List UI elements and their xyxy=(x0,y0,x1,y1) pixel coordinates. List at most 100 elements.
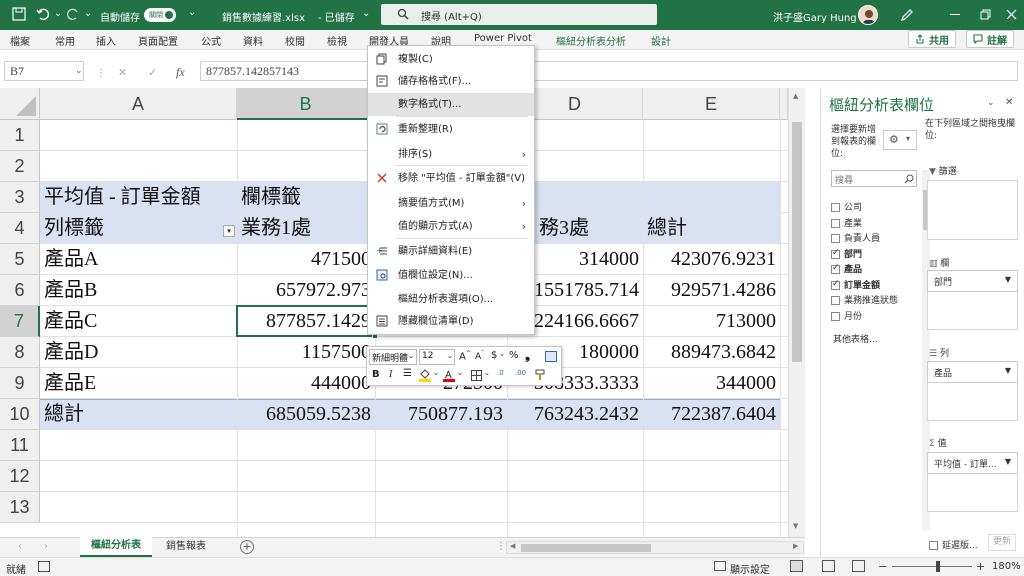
cell-a8[interactable]: 產品D xyxy=(40,337,237,368)
columns-area[interactable]: 部門 ▼ xyxy=(927,270,1018,330)
cell-a1[interactable] xyxy=(40,120,237,151)
zoom-slider-thumb[interactable] xyxy=(936,561,940,572)
minimize-icon[interactable] xyxy=(950,14,960,15)
cell-e11[interactable] xyxy=(643,430,780,461)
share-button[interactable]: 共用 xyxy=(908,30,956,48)
field-item[interactable]: 產品 xyxy=(831,262,862,275)
page-layout-view-icon[interactable] xyxy=(822,560,835,572)
context-menu-item[interactable]: 隱藏欄位清單(D) xyxy=(368,310,534,333)
cell-d12[interactable] xyxy=(507,461,643,492)
cell-a11[interactable] xyxy=(40,430,237,461)
values-field-pill[interactable]: 平均值 - 訂單... ▼ xyxy=(927,452,1018,474)
field-item[interactable]: 業務推進狀態 xyxy=(831,293,898,306)
user-name[interactable]: 洪子盛Gary Hung xyxy=(773,9,857,24)
update-button[interactable]: 更新 xyxy=(988,534,1016,551)
cell-b4[interactable]: 業務1處 xyxy=(237,213,375,244)
tab-insert[interactable]: 插入 xyxy=(96,33,116,48)
row-header-2[interactable]: 2 xyxy=(0,151,40,182)
context-menu-item[interactable]: 值的顯示方式(A) › xyxy=(368,215,534,238)
field-checkbox[interactable] xyxy=(831,311,840,321)
currency-dropdown-icon[interactable]: ⌄ xyxy=(499,350,505,358)
row-header-8[interactable]: 8 xyxy=(0,337,40,368)
tab-home[interactable]: 常用 xyxy=(55,33,75,48)
tab-page-layout[interactable]: 頁面配置 xyxy=(138,33,178,48)
cell-c10[interactable]: 750877.193 xyxy=(375,399,507,430)
field-item[interactable]: 月份 xyxy=(831,309,862,322)
cell-b2[interactable] xyxy=(237,151,375,182)
undo-dropdown-icon[interactable]: ⌄ xyxy=(54,8,62,19)
horizontal-scrollbar[interactable]: ◀ ▶ xyxy=(506,541,804,554)
zoom-in-icon[interactable]: + xyxy=(976,560,985,573)
tab-view[interactable]: 檢視 xyxy=(327,33,347,48)
more-commands-icon[interactable]: ⌄ xyxy=(188,7,196,18)
zoom-level[interactable]: 180% xyxy=(992,561,1021,572)
row-header-9[interactable]: 9 xyxy=(0,368,40,399)
cell-a3[interactable]: 平均值 - 訂單金額 xyxy=(40,182,237,213)
rows-field-pill[interactable]: 產品 ▼ xyxy=(927,361,1018,383)
tab-formulas[interactable]: 公式 xyxy=(201,33,221,48)
cell-b3[interactable]: 欄標籤 xyxy=(237,182,375,213)
field-checkbox[interactable] xyxy=(831,296,840,305)
cell-a2[interactable] xyxy=(40,151,237,182)
tab-pivot-analyze[interactable]: 樞紐分析表分析 xyxy=(556,33,626,48)
vertical-scrollbar[interactable]: ▲ ▼ xyxy=(788,88,805,537)
display-settings-icon[interactable] xyxy=(714,561,726,571)
pane-close-icon[interactable]: ✕ xyxy=(1005,97,1013,108)
decrease-decimal-icon[interactable]: .00 xyxy=(515,369,526,377)
cell-d11[interactable] xyxy=(507,430,643,461)
field-item[interactable]: 訂單金額 xyxy=(831,278,880,291)
column-header-a[interactable]: A xyxy=(40,88,237,120)
save-status-dropdown-icon[interactable]: ⌄ xyxy=(362,8,370,19)
tab-split-handle-icon[interactable]: ⋮ xyxy=(496,541,506,552)
row-header-5[interactable]: 5 xyxy=(0,244,40,275)
cell-e12[interactable] xyxy=(643,461,780,492)
row-labels-filter-dropdown-icon[interactable]: ▾ xyxy=(223,225,235,237)
cell-d13[interactable] xyxy=(507,492,643,523)
display-settings-label[interactable]: 顯示設定 xyxy=(730,561,770,576)
field-checkbox[interactable] xyxy=(831,279,840,290)
sheet-next-icon[interactable]: › xyxy=(44,541,48,552)
normal-view-icon[interactable] xyxy=(790,560,803,572)
column-header-e[interactable]: E xyxy=(643,88,780,120)
fill-color-dropdown-icon[interactable]: ⌄ xyxy=(433,369,439,377)
cell-a5[interactable]: 產品A xyxy=(40,244,237,275)
align-icon[interactable]: ☰ xyxy=(403,368,412,379)
cell-b5[interactable]: 471500 xyxy=(237,244,375,275)
row-header-7[interactable]: 7 xyxy=(0,306,40,337)
defer-update-checkbox[interactable]: 延遲版... xyxy=(929,538,978,551)
cell-a12[interactable] xyxy=(40,461,237,492)
cell-e8[interactable]: 889473.6842 xyxy=(643,337,780,368)
context-menu-item[interactable]: 數字格式(T)... xyxy=(368,93,534,116)
context-menu-item[interactable]: + 顯示詳細資料(E) xyxy=(368,240,534,263)
context-menu-item[interactable]: 移除 "平均值 - 訂單金額"(V) xyxy=(368,167,534,190)
row-header-12[interactable]: 12 xyxy=(0,461,40,492)
cell-e1[interactable] xyxy=(643,120,780,151)
cell-b8[interactable]: 1157500 xyxy=(237,337,375,368)
tab-file[interactable]: 檔案 xyxy=(10,33,30,48)
shrink-font-icon[interactable]: Aˇ xyxy=(475,350,484,362)
formula-input[interactable]: 877857.142857143 xyxy=(200,61,368,81)
autosave-toggle[interactable]: 關閉 xyxy=(144,8,176,22)
row-header-4[interactable]: 4 xyxy=(0,213,40,244)
row-header-1[interactable]: 1 xyxy=(0,120,40,151)
cell-e4[interactable]: 總計 xyxy=(643,213,780,244)
font-color-dropdown-icon[interactable]: ⌄ xyxy=(457,369,463,377)
zoom-out-icon[interactable]: − xyxy=(878,560,887,573)
cell-a6[interactable]: 產品B xyxy=(40,275,237,306)
borders-icon[interactable] xyxy=(471,370,482,381)
context-menu-item[interactable]: 儲存格格式(F)... xyxy=(368,70,534,93)
columns-field-pill[interactable]: 部門 ▼ xyxy=(927,270,1018,292)
add-sheet-icon[interactable]: + xyxy=(240,540,254,554)
row-header-3[interactable]: 3 xyxy=(0,182,40,213)
tab-data[interactable]: 資料 xyxy=(243,33,263,48)
increase-decimal-icon[interactable]: .0 xyxy=(497,369,504,377)
filters-area[interactable] xyxy=(927,180,1018,240)
italic-icon[interactable]: I xyxy=(389,369,392,380)
save-icon[interactable] xyxy=(12,7,26,21)
cell-b1[interactable] xyxy=(237,120,375,151)
sheet-tab-sales[interactable]: 銷售報表 xyxy=(156,538,216,556)
avatar[interactable] xyxy=(858,5,878,25)
cell-e10[interactable]: 722387.6404 xyxy=(643,399,780,430)
cell-e3[interactable] xyxy=(643,182,780,213)
cell-b6[interactable]: 657972.973 xyxy=(237,275,375,306)
